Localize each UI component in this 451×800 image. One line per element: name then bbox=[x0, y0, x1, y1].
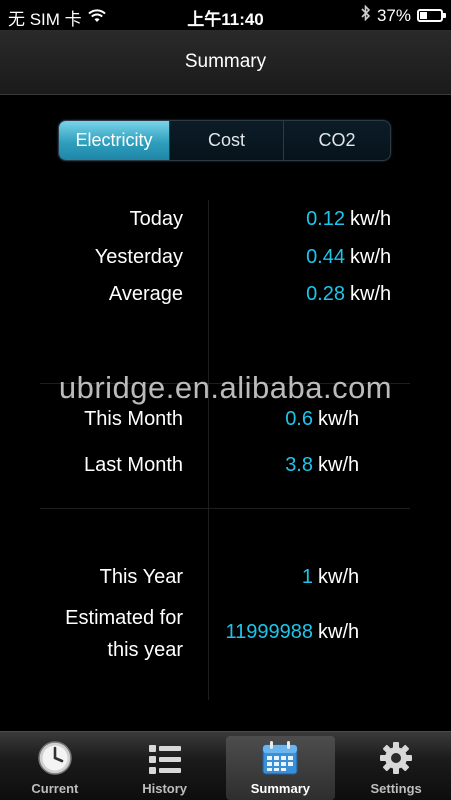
battery-icon bbox=[417, 9, 446, 22]
row-value: 1 bbox=[301, 566, 313, 588]
list-icon bbox=[146, 741, 184, 777]
navigation-bar: Summary bbox=[0, 30, 451, 95]
row-unit: kw/h bbox=[350, 283, 392, 305]
grid-divider-2 bbox=[40, 508, 410, 509]
row-value: 0.28 bbox=[306, 283, 345, 305]
row-unit: kw/h bbox=[318, 566, 360, 588]
row-this-year: This Year 1 kw/h bbox=[0, 566, 451, 598]
page-title: Summary bbox=[184, 51, 267, 72]
row-label: This Month bbox=[84, 408, 183, 430]
row-label: Last Month bbox=[84, 454, 183, 476]
row-unit: kw/h bbox=[318, 454, 360, 476]
row-label: Yesterday bbox=[94, 246, 183, 268]
tab-history[interactable]: History bbox=[110, 732, 220, 800]
row-unit: kw/h bbox=[350, 208, 392, 230]
battery-fill bbox=[420, 12, 428, 19]
row-label: This Year bbox=[99, 566, 183, 588]
battery-percent: 37% bbox=[376, 5, 411, 25]
row-value: 0.44 bbox=[306, 246, 345, 268]
row-value: 3.8 bbox=[285, 454, 313, 476]
tab-label: Current bbox=[31, 781, 79, 796]
row-unit: kw/h bbox=[350, 246, 392, 268]
row-today: Today 0.12 kw/h bbox=[0, 208, 451, 240]
row-label: Today bbox=[129, 208, 183, 230]
tab-label: History bbox=[142, 781, 188, 796]
calendar-icon bbox=[260, 739, 300, 777]
segment-co2[interactable]: CO2 bbox=[283, 121, 390, 160]
row-value: 0.6 bbox=[285, 408, 313, 430]
row-label-line2: this year bbox=[107, 639, 183, 661]
tab-settings[interactable]: Settings bbox=[341, 732, 451, 800]
metric-segmented-control: Electricity Cost CO2 bbox=[58, 120, 391, 161]
row-label-line1: Estimated for bbox=[65, 607, 183, 629]
row-yesterday: Yesterday 0.44 kw/h bbox=[0, 246, 451, 278]
tab-label: Settings bbox=[370, 781, 422, 796]
row-unit: kw/h bbox=[318, 621, 360, 643]
tab-summary[interactable]: Summary bbox=[225, 736, 336, 800]
bluetooth-icon bbox=[361, 4, 371, 26]
watermark: ubridge.en.alibaba.com bbox=[58, 370, 393, 405]
row-estimated-year: Estimated for this year 11999988 kw/h bbox=[0, 603, 451, 667]
clock-icon bbox=[36, 739, 74, 777]
row-label: Average bbox=[108, 283, 183, 305]
status-right: 37% bbox=[361, 4, 446, 26]
tab-current[interactable]: Current bbox=[0, 732, 110, 800]
tab-bar: Current History Summary Settings bbox=[0, 731, 451, 800]
row-value: 11999988 bbox=[225, 621, 314, 643]
row-last-month: Last Month 3.8 kw/h bbox=[0, 454, 451, 486]
row-value: 0.12 bbox=[306, 208, 345, 230]
segment-cost[interactable]: Cost bbox=[169, 121, 283, 160]
segment-electricity[interactable]: Electricity bbox=[59, 121, 169, 160]
row-average: Average 0.28 kw/h bbox=[0, 283, 451, 315]
row-this-month: This Month 0.6 kw/h bbox=[0, 408, 451, 440]
tab-label: Summary bbox=[250, 781, 310, 796]
row-unit: kw/h bbox=[318, 408, 360, 430]
status-bar: 无 SIM 卡 上午11:40 37% bbox=[0, 0, 451, 30]
gear-icon bbox=[377, 739, 415, 777]
